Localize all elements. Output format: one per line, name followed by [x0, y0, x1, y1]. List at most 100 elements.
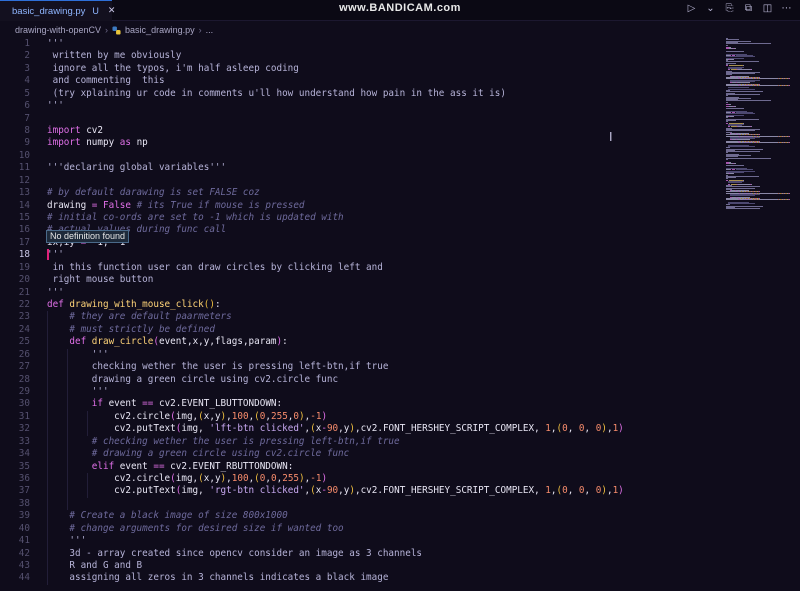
- code-token: ): [321, 473, 328, 485]
- line-code: R and G and B: [47, 560, 142, 572]
- code-token: event: [114, 460, 154, 472]
- line-code: elif event == cv2.EVENT_RBUTTONDOWN:: [47, 460, 294, 473]
- line-number: 9: [24, 137, 30, 149]
- minimap-token: [734, 105, 736, 107]
- line-code: if event == cv2.EVENT_LBUTTONDOWN:: [47, 398, 282, 410]
- code-token: ignore all the typos, i'm half asleep co…: [47, 62, 299, 74]
- code-token: event: [102, 398, 143, 410]
- code-token: False: [103, 199, 131, 211]
- code-token: draw_circle: [91, 336, 154, 348]
- code-token: drawing_with_mouse_click: [69, 299, 204, 311]
- breadcrumb-more[interactable]: ...: [206, 25, 214, 35]
- code-token: img,: [181, 423, 210, 435]
- code-token: # by default darawing is set FALSE coz: [47, 187, 260, 199]
- line-number: 38: [18, 497, 30, 509]
- code-token: # they are default paarmeters: [69, 311, 232, 323]
- code-line: 2 written by me obviously: [0, 50, 720, 62]
- minimap-token: [759, 84, 778, 86]
- minimap-token: [730, 58, 734, 60]
- line-number: 8: [24, 125, 30, 136]
- code-token: in this function user can draw circles b…: [47, 261, 383, 273]
- open-changes-icon[interactable]: ⧉: [743, 3, 754, 14]
- code-token: # change arguments for desired size if w…: [69, 522, 344, 534]
- line-code: (try xplaining ur code in comments u'll …: [47, 88, 506, 100]
- line-number: 2: [24, 50, 30, 62]
- code-editor[interactable]: 1 ''' 2 written by me obviously 3 ignore al…: [0, 38, 720, 591]
- line-number: 43: [18, 560, 30, 572]
- code-line: 11 '''declaring global variables''': [0, 162, 720, 174]
- compare-changes-icon[interactable]: ⎘: [724, 3, 735, 14]
- line-number: 25: [18, 336, 30, 348]
- minimap-token: [726, 51, 744, 52]
- code-line: 19 in this function user can draw circle…: [0, 262, 720, 274]
- line-code: def draw_circle(event,x,y,flags,param):: [47, 336, 287, 348]
- line-number: 14: [18, 199, 30, 211]
- tab-bar: basic_drawing.py U ✕ www.BANDICAM.com ▷ …: [0, 0, 800, 21]
- code-token: x,y: [203, 473, 221, 485]
- line-number: 21: [18, 286, 30, 298]
- split-editor-icon[interactable]: ◫: [762, 3, 773, 14]
- indent-guide: [67, 348, 68, 511]
- line-code: cv2.circle(img,(x,y),100,(0,0,255),-1): [47, 473, 327, 485]
- more-actions-icon[interactable]: ⋯: [781, 3, 792, 14]
- code-line: 23 # they are default paarmeters: [0, 311, 720, 323]
- code-token: cv2.EVENT_LBUTTONDOWN:: [153, 398, 283, 410]
- code-line: 22 def drawing_with_mouse_click():: [0, 299, 720, 311]
- code-token: # must strictly be defined: [69, 323, 215, 335]
- breadcrumb: drawing-with-openCV › basic_drawing.py ›…: [0, 22, 800, 38]
- minimap-token: [789, 142, 790, 143]
- code-token: cv2.circle: [47, 410, 171, 422]
- code-token: and commenting this: [47, 75, 165, 87]
- line-code: ignore all the typos, i'm half asleep co…: [47, 63, 299, 75]
- code-token: :: [214, 299, 221, 311]
- minimap[interactable]: [722, 38, 800, 210]
- code-line: 7: [0, 113, 720, 125]
- code-token: ''': [47, 386, 109, 398]
- minimap-token: [789, 192, 790, 194]
- indent-guide: [47, 311, 48, 585]
- line-number: 40: [18, 522, 30, 534]
- code-token: # checking wether the user is pressing l…: [91, 435, 400, 447]
- code-token: # its True if mouse is pressed: [136, 199, 305, 211]
- minimap-token: [726, 43, 771, 45]
- minimap-token: [726, 84, 739, 86]
- code-token: ): [321, 410, 328, 422]
- code-token: 90: [326, 485, 339, 497]
- line-code: # checking wether the user is pressing l…: [47, 436, 400, 448]
- code-token: elif: [91, 460, 115, 472]
- line-number: 23: [18, 311, 30, 323]
- line-number: 6: [24, 100, 30, 112]
- line-code: def drawing_with_mouse_click():: [47, 299, 221, 311]
- minimap-token: [759, 78, 778, 80]
- breadcrumb-file[interactable]: basic_drawing.py: [112, 25, 195, 35]
- code-token: R and G and B: [47, 560, 143, 572]
- code-line: 1 ''': [0, 38, 720, 50]
- minimap-token: [751, 183, 752, 185]
- line-code: ''': [47, 287, 64, 299]
- code-token: 255: [282, 473, 300, 485]
- code-token: cv2.circle: [47, 473, 171, 485]
- line-code: import numpy as np: [47, 137, 148, 149]
- code-token: as: [119, 137, 131, 149]
- code-line: 38: [0, 498, 720, 510]
- line-number: 28: [18, 373, 30, 385]
- code-token: ,cv2.FONT_HERSHEY_SCRIPT_COMPLEX,: [354, 485, 546, 497]
- text-cursor: [47, 249, 49, 260]
- minimap-token: [730, 173, 734, 175]
- code-token: 100: [231, 410, 249, 422]
- indent-guide: [87, 410, 88, 436]
- code-line: 36 cv2.circle(img,(x,y),100,(0,0,255),-1…: [0, 473, 720, 485]
- chevron-down-icon[interactable]: ⌄: [705, 3, 716, 14]
- breadcrumb-folder[interactable]: drawing-with-openCV: [15, 25, 101, 35]
- line-number: 27: [18, 361, 30, 373]
- code-token: ''': [47, 100, 64, 112]
- line-code: ''': [47, 386, 109, 398]
- code-line: 40 # change arguments for desired size i…: [0, 523, 720, 535]
- code-token: (): [203, 299, 215, 311]
- line-number: 24: [18, 323, 30, 335]
- line-code: ''': [47, 349, 109, 361]
- run-icon[interactable]: ▷: [686, 3, 697, 14]
